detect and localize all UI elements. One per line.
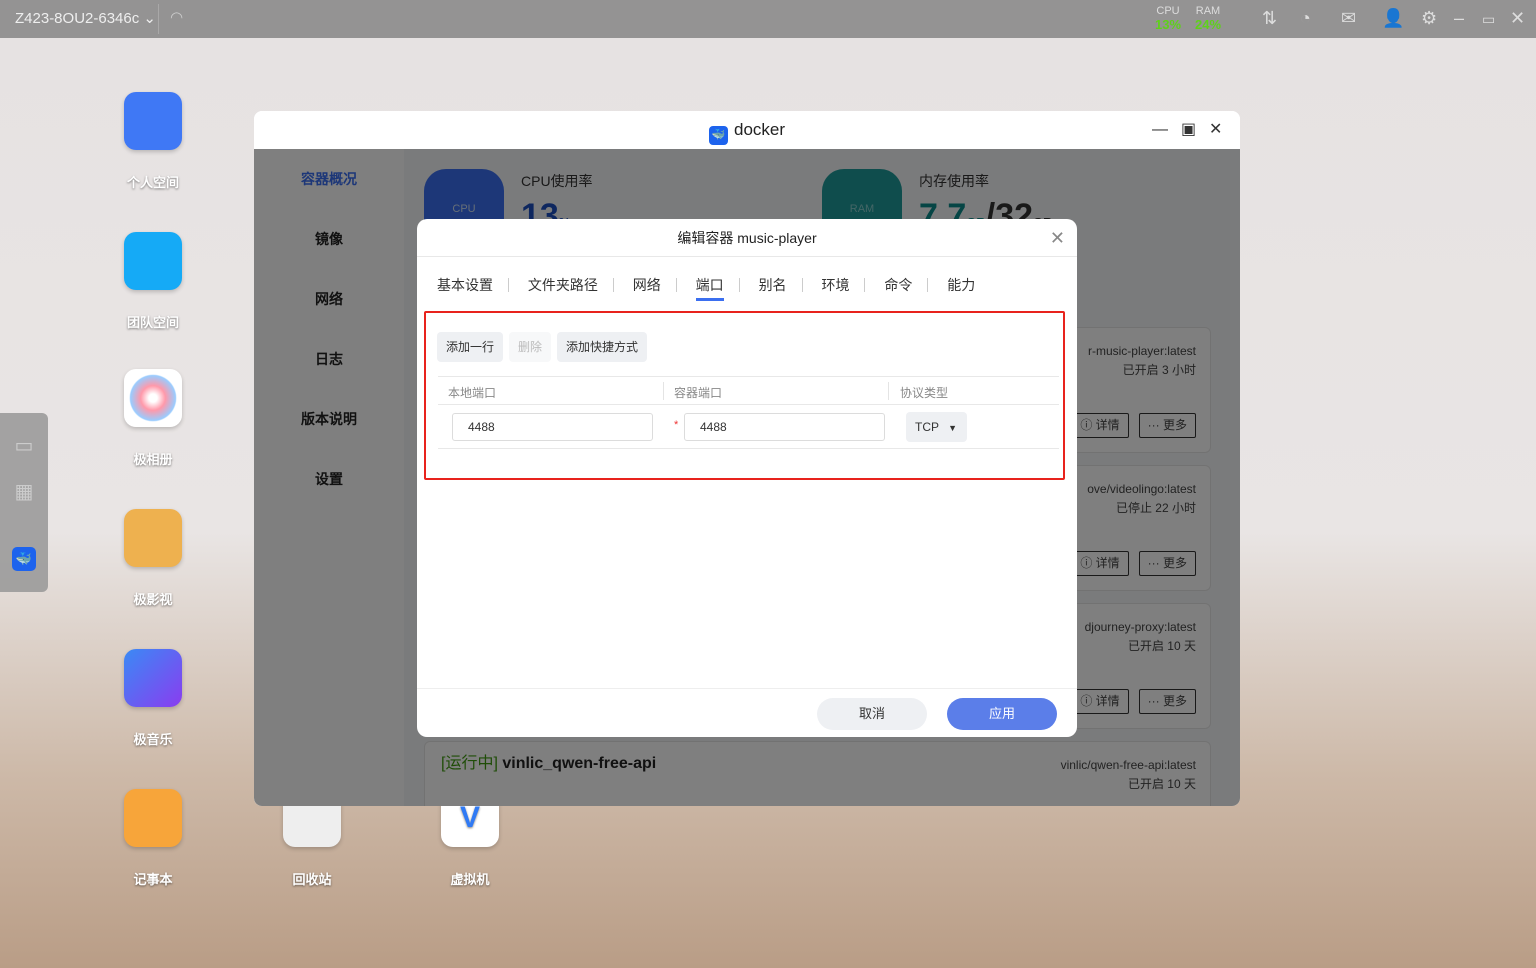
app-personal-space[interactable]: 个人空间: [108, 92, 198, 191]
mail-icon[interactable]: ✉: [1341, 8, 1356, 29]
cpu-stat: CPU 13%: [1155, 5, 1182, 32]
gear-icon[interactable]: ⚙: [1421, 8, 1437, 29]
add-shortcut-button[interactable]: 添加快捷方式: [557, 332, 648, 362]
divider: [158, 4, 159, 34]
maximize-icon[interactable]: ▭: [1482, 11, 1495, 28]
tab-folders[interactable]: 文件夹路径: [528, 275, 598, 301]
required-mark: *: [674, 419, 679, 431]
container-port-input[interactable]: 4488: [684, 413, 885, 441]
caret-down-icon: ▼: [948, 423, 958, 433]
tab-bar: 基本设置 文件夹路径 网络 端口 别名 环境 命令 能力: [437, 275, 975, 301]
app-photos[interactable]: 极相册: [108, 369, 198, 468]
close-icon[interactable]: ✕: [1510, 8, 1525, 29]
notes-icon: [124, 789, 182, 847]
tab-alias[interactable]: 别名: [759, 275, 787, 301]
apply-button[interactable]: 应用: [947, 698, 1057, 730]
cancel-button[interactable]: 取消: [817, 698, 927, 730]
ram-stat: RAM 24%: [1195, 5, 1222, 32]
video-icon: [124, 509, 182, 567]
app-video[interactable]: 极影视: [108, 509, 198, 608]
window-titlebar: 🐳 docker — ▣ ✕: [254, 111, 1240, 149]
maximize-button[interactable]: ▣: [1181, 111, 1196, 149]
top-bar: Z423-8OU2-6346c ⌄ ◠ CPU 13% RAM 24% ⇅ ◔ ✉ …: [0, 0, 1536, 38]
window-title: docker: [733, 120, 786, 139]
team-folder-icon: [124, 232, 182, 290]
tab-basic[interactable]: 基本设置: [437, 275, 493, 301]
add-row-button[interactable]: 添加一行: [437, 332, 504, 362]
table-header: 本地端口 容器端口 协议类型: [438, 376, 1059, 405]
folder-icon: [124, 92, 182, 150]
minimize-icon[interactable]: –: [1454, 8, 1464, 29]
photos-icon: [124, 369, 182, 427]
local-port-input[interactable]: 4488: [452, 413, 653, 441]
user-icon[interactable]: 👤: [1382, 8, 1404, 29]
app-team-space[interactable]: 团队空间: [108, 232, 198, 331]
highlight-box: 添加一行 删除 添加快捷方式 本地端口 容器端口 协议类型 4488 * 448…: [424, 311, 1065, 480]
app-music[interactable]: 极音乐: [108, 649, 198, 748]
dock: ▭ ▦ 🐳: [0, 413, 48, 592]
protocol-select[interactable]: TCP ▼: [906, 412, 967, 442]
speedometer-icon[interactable]: ◔: [1300, 8, 1311, 29]
device-selector[interactable]: Z423-8OU2-6346c ⌄: [15, 9, 156, 27]
music-icon: [124, 649, 182, 707]
docker-icon[interactable]: 🐳: [12, 547, 36, 571]
tab-command[interactable]: 命令: [884, 275, 912, 301]
tab-env[interactable]: 环境: [821, 275, 849, 301]
tab-capabilities[interactable]: 能力: [947, 275, 975, 301]
tab-ports[interactable]: 端口: [695, 275, 724, 301]
delete-button[interactable]: 删除: [509, 332, 552, 362]
dialog-title: 编辑容器 music-player: [677, 230, 817, 246]
edit-container-dialog: 编辑容器 music-player ✕ 基本设置 文件夹路径 网络 端口 别名 环…: [417, 219, 1077, 737]
wifi-icon[interactable]: ◠: [170, 8, 183, 26]
close-button[interactable]: ✕: [1209, 111, 1222, 149]
minimize-button[interactable]: —: [1152, 111, 1168, 149]
apps-grid-icon[interactable]: ▦: [12, 479, 36, 503]
app-notes[interactable]: 记事本: [108, 789, 198, 888]
drive-icon[interactable]: ▭: [12, 433, 36, 457]
tab-network[interactable]: 网络: [633, 275, 661, 301]
close-icon[interactable]: ✕: [1050, 219, 1065, 257]
docker-logo-icon: 🐳: [708, 126, 728, 145]
transfer-icon[interactable]: ⇅: [1262, 8, 1277, 29]
